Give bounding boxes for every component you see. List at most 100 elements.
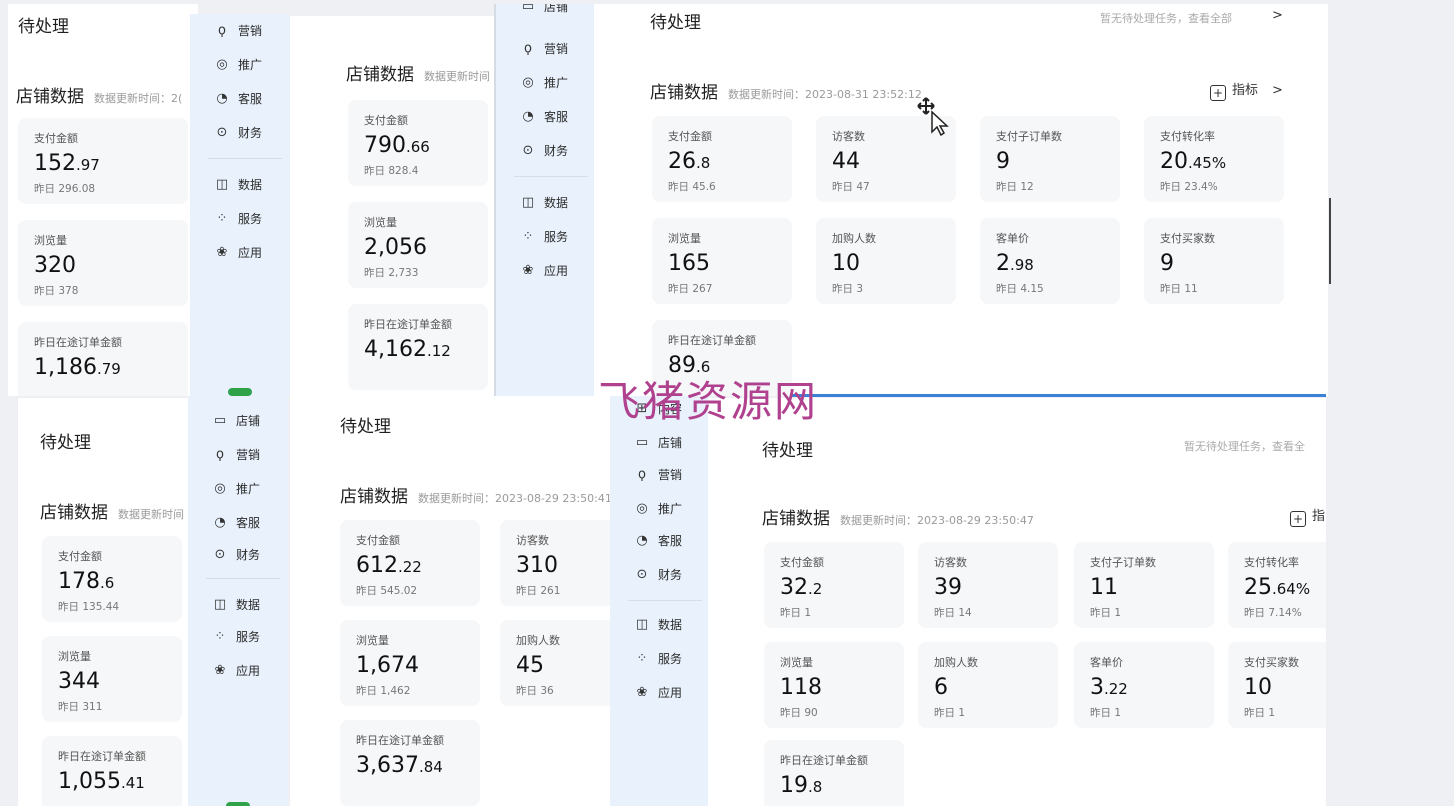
metric-label: 支付买家数	[1244, 656, 1299, 669]
metric-value: 25.64%	[1244, 575, 1311, 600]
pending-title: 待处理	[340, 417, 391, 437]
sidebar-item-customer-service[interactable]: ◔ 客服	[212, 514, 260, 531]
sidebar-item-finance[interactable]: ⊙ 财务	[214, 124, 262, 141]
metric-card[interactable]: 访客数 39 昨日 14	[918, 542, 1058, 628]
metric-card[interactable]: 支付金额 790.66 昨日 828.4	[348, 100, 488, 186]
metric-value: 20.45%	[1160, 149, 1227, 174]
store-data-title: 店铺数据	[16, 87, 84, 107]
sidebar-item-customer-service[interactable]: ◔ 客服	[214, 90, 262, 107]
metric-label: 浏览量	[780, 656, 813, 669]
metric-card[interactable]: 浏览量 1,674 昨日 1,462	[340, 620, 480, 706]
chart-icon: ◫	[213, 597, 227, 612]
metric-card[interactable]: 加购人数 6 昨日 1	[918, 642, 1058, 728]
metric-card[interactable]: 支付子订单数 9 昨日 12	[980, 116, 1120, 202]
sidebar-item-finance[interactable]: ⊙ 财务	[212, 546, 260, 563]
metric-card[interactable]: 昨日在途订单金额 1,186.79	[18, 322, 188, 396]
pending-more-chevron[interactable]: >	[1272, 8, 1283, 23]
sidebar-item-finance[interactable]: ⊙ 财务	[520, 142, 568, 159]
sidebar-item-apps[interactable]: ❀ 应用	[634, 684, 682, 701]
sidebar-item-store[interactable]: ▭ 店铺	[520, 4, 568, 15]
sidebar-item-data[interactable]: ◫ 数据	[214, 176, 262, 193]
sidebar-item-apps[interactable]: ❀ 应用	[520, 262, 568, 279]
metric-card[interactable]: 访客数 310 昨日 261	[500, 520, 610, 606]
metrics-button[interactable]: + 指标 >	[1210, 79, 1283, 101]
sidebar-item-services[interactable]: ⁘ 服务	[634, 650, 682, 667]
metric-card[interactable]: 浏览量 165 昨日 267	[652, 218, 792, 304]
metric-card[interactable]: 支付金额 178.6 昨日 135.44	[42, 536, 182, 622]
pending-title: 待处理	[650, 13, 701, 33]
metric-card[interactable]: 昨日在途订单金额 1,055.41	[42, 736, 182, 806]
metric-card[interactable]: 客单价 2.98 昨日 4.15	[980, 218, 1120, 304]
metric-label: 浏览量	[356, 634, 389, 647]
metric-yesterday: 昨日 828.4	[364, 165, 419, 177]
move-cursor-icon	[917, 97, 949, 136]
pending-empty-note[interactable]: 暂无待处理任务，查看全部	[1100, 10, 1232, 26]
sidebar-item-apps[interactable]: ❀ 应用	[212, 662, 260, 679]
sidebar-item-store[interactable]: ▭ 店铺	[634, 434, 682, 451]
store-data-header: 店铺数据 数据更新时间：2(	[16, 82, 182, 107]
store-data-header: 店铺数据 数据更新时间：2023-08-29 23:50:41	[340, 482, 610, 507]
sidebar-item-marketing[interactable]: ϙ 营销	[212, 446, 260, 463]
sidebar-item-customer-service[interactable]: ◔ 客服	[634, 532, 682, 549]
sidebar-item-data[interactable]: ◫ 数据	[520, 194, 568, 211]
sidebar-item-finance[interactable]: ⊙ 财务	[634, 566, 682, 583]
metric-yesterday: 昨日 1	[780, 607, 812, 619]
metric-card[interactable]: 昨日在途订单金额 4,162.12	[348, 304, 488, 390]
sidebar-item-apps[interactable]: ❀ 应用	[214, 244, 262, 261]
metric-yesterday: 昨日 23.4%	[1160, 181, 1218, 193]
metric-value: 1,674	[356, 653, 419, 678]
metric-card[interactable]: 浏览量 2,056 昨日 2,733	[348, 202, 488, 288]
megaphone-icon: ϙ	[218, 23, 226, 38]
metric-label: 支付金额	[34, 132, 78, 145]
metric-card[interactable]: 加购人数 45 昨日 36	[500, 620, 610, 706]
store-data-header: 店铺数据 数据更新时间	[40, 498, 184, 523]
metric-card[interactable]: 支付金额 26.8 昨日 45.6	[652, 116, 792, 202]
metric-card[interactable]: 支付金额 612.22 昨日 545.02	[340, 520, 480, 606]
metric-label: 加购人数	[516, 634, 560, 647]
sidebar-item-promote[interactable]: ◎ 推广	[634, 500, 682, 517]
metric-card[interactable]: 加购人数 10 昨日 3	[816, 218, 956, 304]
metric-label: 浏览量	[364, 216, 397, 229]
sidebar-item-promote[interactable]: ◎ 推广	[520, 74, 568, 91]
update-time: 数据更新时间：2023-08-29 23:50:41	[418, 492, 610, 505]
sidebar-item-services[interactable]: ⁘ 服务	[214, 210, 262, 227]
metric-card[interactable]: 浏览量 344 昨日 311	[42, 636, 182, 722]
pending-empty-note[interactable]: 暂无待处理任务，查看全	[1184, 438, 1305, 454]
sidebar-item-marketing[interactable]: ϙ 营销	[520, 40, 568, 57]
metric-card[interactable]: 支付金额 32.2 昨日 1	[764, 542, 904, 628]
metric-value: 118	[780, 675, 822, 700]
metric-value: 2,056	[364, 235, 427, 260]
metric-value: 45	[516, 653, 544, 678]
location-pin-icon: ◎	[636, 501, 648, 516]
metric-card[interactable]: 支付子订单数 11 昨日 1	[1074, 542, 1214, 628]
sidebar-item-data[interactable]: ◫ 数据	[212, 596, 260, 613]
metric-value: 6	[934, 675, 948, 700]
metric-card[interactable]: 浏览量 320 昨日 378	[18, 220, 188, 306]
location-pin-icon: ◎	[522, 75, 534, 90]
chart-icon: ◫	[215, 177, 229, 192]
sidebar-item-marketing[interactable]: ϙ 营销	[214, 22, 262, 39]
sidebar-item-services[interactable]: ⁘ 服务	[212, 628, 260, 645]
metric-card[interactable]: 支付转化率 25.64% 昨日 7.14%	[1228, 542, 1326, 628]
metric-card[interactable]: 昨日在途订单金额 19.8	[764, 740, 904, 806]
sidebar-item-store[interactable]: ▭ 店铺	[212, 412, 260, 429]
metric-card[interactable]: 支付金额 152.97 昨日 296.08	[18, 118, 188, 204]
metric-card[interactable]: 支付买家数 10 昨日 1	[1228, 642, 1326, 728]
sidebar-item-customer-service[interactable]: ◔ 客服	[520, 108, 568, 125]
update-time: 数据更新时间：2(	[94, 92, 183, 105]
sidebar-item-promote[interactable]: ◎ 推广	[214, 56, 262, 73]
grid-icon: ⁘	[214, 629, 226, 644]
store-data-title: 店铺数据	[346, 65, 414, 85]
sidebar-item-promote[interactable]: ◎ 推广	[212, 480, 260, 497]
metric-card[interactable]: 客单价 3.22 昨日 1	[1074, 642, 1214, 728]
sidebar-item-services[interactable]: ⁘ 服务	[520, 228, 568, 245]
metrics-button[interactable]: + 指	[1290, 505, 1325, 527]
sidebar-item-marketing[interactable]: ϙ 营销	[634, 466, 682, 483]
metric-card[interactable]: 昨日在途订单金额 3,637.84	[340, 720, 480, 806]
metric-value: 9	[1160, 251, 1174, 276]
metric-card[interactable]: 支付转化率 20.45% 昨日 23.4%	[1144, 116, 1284, 202]
store-data-title: 店铺数据	[650, 83, 718, 103]
sidebar-item-data[interactable]: ◫ 数据	[634, 616, 682, 633]
metric-card[interactable]: 支付买家数 9 昨日 11	[1144, 218, 1284, 304]
metric-card[interactable]: 浏览量 118 昨日 90	[764, 642, 904, 728]
